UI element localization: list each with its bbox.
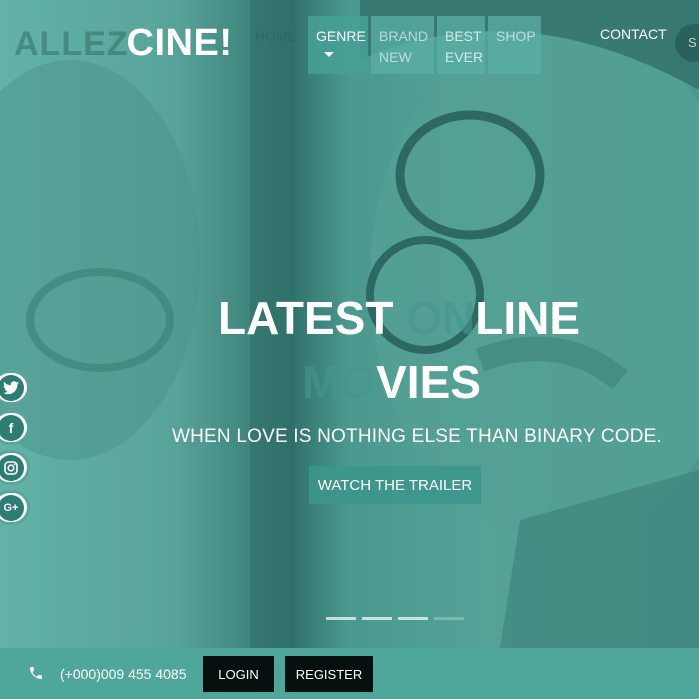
nav-best-ever[interactable]: BEST EVER	[437, 16, 485, 74]
headline-on: ON	[406, 292, 476, 344]
hero-headline-line2: MOVIES	[302, 354, 481, 410]
instagram-icon	[0, 454, 24, 481]
hero-tagline: WHEN LOVE IS NOTHING ELSE THAN BINARY CO…	[172, 426, 663, 447]
instagram-link[interactable]	[0, 450, 30, 485]
google-plus-link[interactable]: G+	[0, 490, 30, 525]
site-logo[interactable]: ALLEZ CINE!	[14, 22, 233, 66]
facebook-link[interactable]: f	[0, 410, 30, 445]
google-plus-icon: G+	[0, 494, 24, 521]
carousel-dot[interactable]	[362, 617, 392, 620]
nav-brand-new[interactable]: BRAND NEW	[371, 16, 434, 74]
headline-vies: VIES	[376, 356, 481, 408]
watch-trailer-button[interactable]: WATCH THE TRAILER	[309, 466, 481, 504]
headline-latest: LATEST	[218, 292, 407, 344]
nav-shop[interactable]: SHOP	[488, 16, 541, 74]
phone-number: (+000)009 455 4085	[60, 666, 187, 682]
carousel-dot[interactable]	[398, 617, 428, 620]
headline-line: LINE	[475, 292, 581, 344]
carousel-indicators	[326, 617, 464, 620]
facebook-icon: f	[0, 414, 24, 441]
carousel-dot[interactable]	[326, 617, 356, 620]
nav-contact[interactable]: CONTACT	[600, 26, 667, 42]
logo-ghost-text: ALLEZ	[14, 25, 129, 63]
main-nav: HOME GENRE BRAND NEW BEST EVER SHOP	[251, 16, 541, 74]
register-button[interactable]: REGISTER	[285, 656, 373, 692]
nav-home[interactable]: HOME	[251, 16, 305, 74]
headline-mo: MO	[302, 356, 377, 408]
hero-headline-line1: LATEST ONLINE	[218, 290, 580, 346]
nav-genre-label: GENRE	[316, 28, 366, 44]
twitter-link[interactable]	[0, 370, 30, 405]
carousel-dot[interactable]	[434, 617, 464, 620]
logo-text: CINE!	[126, 22, 233, 64]
social-links: f G+	[0, 370, 30, 525]
nav-genre[interactable]: GENRE	[308, 16, 368, 74]
phone-icon	[30, 667, 42, 679]
login-button[interactable]: LOGIN	[203, 656, 274, 692]
chevron-down-icon	[324, 52, 334, 57]
twitter-icon	[0, 374, 24, 401]
